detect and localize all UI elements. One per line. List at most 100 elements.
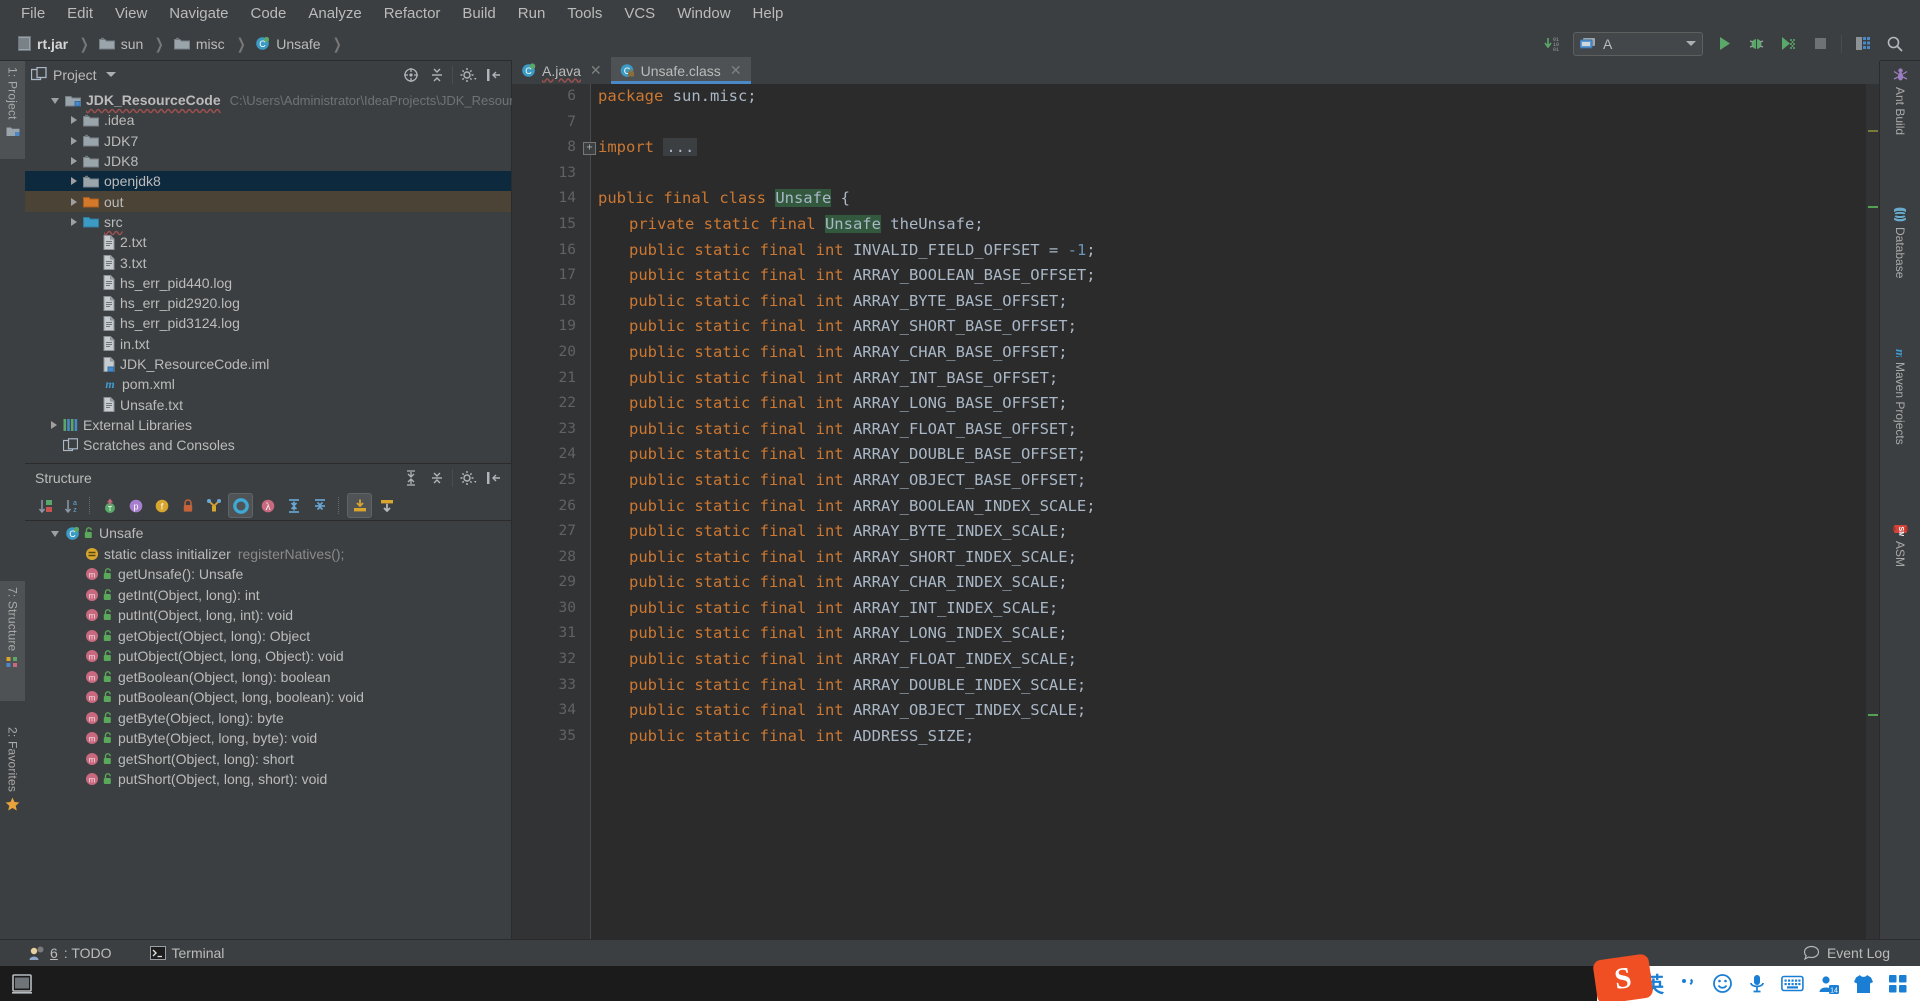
- show-anonymous-icon[interactable]: [202, 494, 225, 517]
- project-tree-item[interactable]: hs_err_pid440.log: [25, 273, 511, 293]
- hide-panel-icon[interactable]: [483, 64, 505, 86]
- event-log-button[interactable]: Event Log: [1803, 945, 1920, 961]
- menu-item-tools[interactable]: Tools: [556, 3, 613, 24]
- menu-item-navigate[interactable]: Navigate: [158, 3, 239, 24]
- chevron-right-icon[interactable]: [71, 136, 77, 145]
- menu-item-vcs[interactable]: VCS: [613, 3, 666, 24]
- tool-stripe-maven-projects[interactable]: m Maven Projects: [1880, 336, 1920, 506]
- stop-button[interactable]: [1809, 33, 1831, 55]
- structure-tree-item[interactable]: m getUnsafe(): Unsafe: [25, 564, 511, 585]
- project-chevron-down-icon[interactable]: [105, 72, 116, 77]
- menu-item-code[interactable]: Code: [239, 3, 297, 24]
- scroll-from-source-icon[interactable]: [400, 64, 422, 86]
- project-tree-item[interactable]: m pom.xml: [25, 374, 511, 394]
- run-button[interactable]: [1713, 33, 1735, 55]
- sort-alphabetically-icon[interactable]: az: [59, 494, 82, 517]
- punctuation-icon[interactable]: [1678, 974, 1698, 994]
- chevron-down-icon[interactable]: [51, 98, 59, 105]
- breadcrumb-item-misc[interactable]: misc: [172, 34, 227, 54]
- project-tree-item[interactable]: 2.txt: [25, 232, 511, 252]
- skin-icon[interactable]: [1853, 974, 1874, 994]
- apps-icon[interactable]: [1888, 974, 1908, 994]
- structure-tree-item[interactable]: m getBoolean(Object, long): boolean: [25, 667, 511, 688]
- sogou-logo-icon[interactable]: S: [1592, 953, 1654, 1001]
- chevron-down-icon[interactable]: [1686, 41, 1696, 46]
- show-fields-icon[interactable]: f: [150, 494, 173, 517]
- todo-tool-button[interactable]: 6: TODO: [18, 943, 122, 963]
- voice-icon[interactable]: [1747, 973, 1767, 994]
- show-inherited-icon[interactable]: T: [98, 494, 121, 517]
- project-tree-item[interactable]: out: [25, 191, 511, 212]
- project-tree[interactable]: JDK_ResourceCode C:\Users\Administrator\I…: [25, 88, 558, 455]
- collapse-all-icon[interactable]: [426, 64, 448, 86]
- structure-tree-item[interactable]: m putBoolean(Object, long, boolean): void: [25, 687, 511, 708]
- expand-all-icon[interactable]: [282, 494, 305, 517]
- structure-tree-item[interactable]: m putInt(Object, long, int): void: [25, 605, 511, 626]
- expand-collapse-icon[interactable]: [400, 467, 422, 489]
- menu-item-edit[interactable]: Edit: [56, 3, 104, 24]
- tool-stripe-1--project[interactable]: 1: Project: [0, 61, 25, 159]
- project-tree-item[interactable]: JDK_ResourceCode.iml: [25, 354, 511, 374]
- structure-tree-item[interactable]: m getInt(Object, long): int: [25, 585, 511, 606]
- structure-tree-item[interactable]: m putShort(Object, long, short): void: [25, 769, 511, 790]
- project-tree-item[interactable]: hs_err_pid3124.log: [25, 313, 511, 333]
- structure-tree-item[interactable]: static class initializer registerNatives(…: [25, 544, 511, 565]
- chevron-right-icon[interactable]: [71, 177, 77, 186]
- layout-icon[interactable]: [1852, 33, 1874, 55]
- autoscroll-from-source-icon[interactable]: [375, 494, 398, 517]
- menu-item-window[interactable]: Window: [666, 3, 741, 24]
- tool-stripe-7--structure[interactable]: 7: Structure: [0, 581, 25, 701]
- terminal-tool-button[interactable]: Terminal: [140, 943, 235, 963]
- ime-toolbar[interactable]: S 英 14: [1592, 953, 1920, 1001]
- gear-icon[interactable]: [457, 64, 479, 86]
- structure-tree-item[interactable]: m putObject(Object, long, Object): void: [25, 646, 511, 667]
- project-tree-item[interactable]: External Libraries: [25, 415, 511, 435]
- breadcrumb-item-sun[interactable]: sun: [97, 34, 146, 54]
- project-tree-item[interactable]: openjdk8: [25, 171, 511, 192]
- menu-item-analyze[interactable]: Analyze: [297, 3, 372, 24]
- autoscroll-to-source-icon[interactable]: [347, 493, 372, 518]
- structure-tree-item[interactable]: m putByte(Object, long, byte): void: [25, 728, 511, 749]
- menu-item-file[interactable]: File: [10, 3, 56, 24]
- structure-tree-item[interactable]: C Unsafe: [25, 523, 511, 544]
- structure-tree-item[interactable]: m getObject(Object, long): Object: [25, 626, 511, 647]
- project-tree-item[interactable]: src: [25, 212, 511, 232]
- sort-by-visibility-icon[interactable]: [33, 494, 56, 517]
- chevron-right-icon[interactable]: [71, 197, 77, 206]
- collapse-all-icon[interactable]: [308, 494, 331, 517]
- chevron-right-icon[interactable]: [71, 116, 77, 125]
- search-icon[interactable]: [1884, 33, 1906, 55]
- user-icon[interactable]: 14: [1818, 974, 1839, 994]
- chevron-right-icon[interactable]: [71, 217, 77, 226]
- close-icon[interactable]: ✕: [730, 62, 742, 79]
- menu-item-run[interactable]: Run: [507, 3, 557, 24]
- taskbar-window-icon[interactable]: [0, 973, 34, 995]
- chevron-right-icon[interactable]: [71, 157, 77, 166]
- marker-bar[interactable]: [1866, 84, 1880, 966]
- breadcrumb-item-rt-jar[interactable]: rt.jar: [16, 34, 70, 54]
- show-non-public-icon[interactable]: [176, 494, 199, 517]
- structure-gear-icon[interactable]: [457, 467, 479, 489]
- structure-tree-item[interactable]: m getByte(Object, long): byte: [25, 708, 511, 729]
- update-project-icon[interactable]: 01 10 01: [1541, 33, 1563, 55]
- group-methods-icon[interactable]: [228, 493, 253, 518]
- structure-hide-icon[interactable]: [483, 467, 505, 489]
- menu-item-view[interactable]: View: [104, 3, 158, 24]
- show-lambdas-icon[interactable]: λ: [256, 494, 279, 517]
- project-tree-item[interactable]: JDK8: [25, 151, 511, 171]
- structure-tree-item[interactable]: m getShort(Object, long): short: [25, 749, 511, 770]
- project-tree-item[interactable]: Unsafe.txt: [25, 394, 511, 414]
- run-with-coverage-button[interactable]: [1777, 33, 1799, 55]
- tool-stripe-database[interactable]: Database: [1880, 201, 1920, 326]
- editor-tab-unsafe-class[interactable]: C Unsafe.class ✕: [610, 57, 751, 84]
- fold-expand-icon[interactable]: +: [583, 142, 596, 156]
- emoji-icon[interactable]: [1712, 973, 1733, 994]
- project-tree-item[interactable]: in.txt: [25, 334, 511, 354]
- project-tree-item[interactable]: JDK_ResourceCode C:\Users\Administrator\I…: [25, 90, 558, 110]
- chevron-down-icon[interactable]: [51, 531, 59, 538]
- tool-stripe-asm[interactable]: SM ASM: [1880, 516, 1920, 606]
- show-properties-icon[interactable]: p: [124, 494, 147, 517]
- close-icon[interactable]: ✕: [590, 62, 602, 79]
- menu-item-help[interactable]: Help: [742, 3, 795, 24]
- structure-collapse-icon[interactable]: [426, 467, 448, 489]
